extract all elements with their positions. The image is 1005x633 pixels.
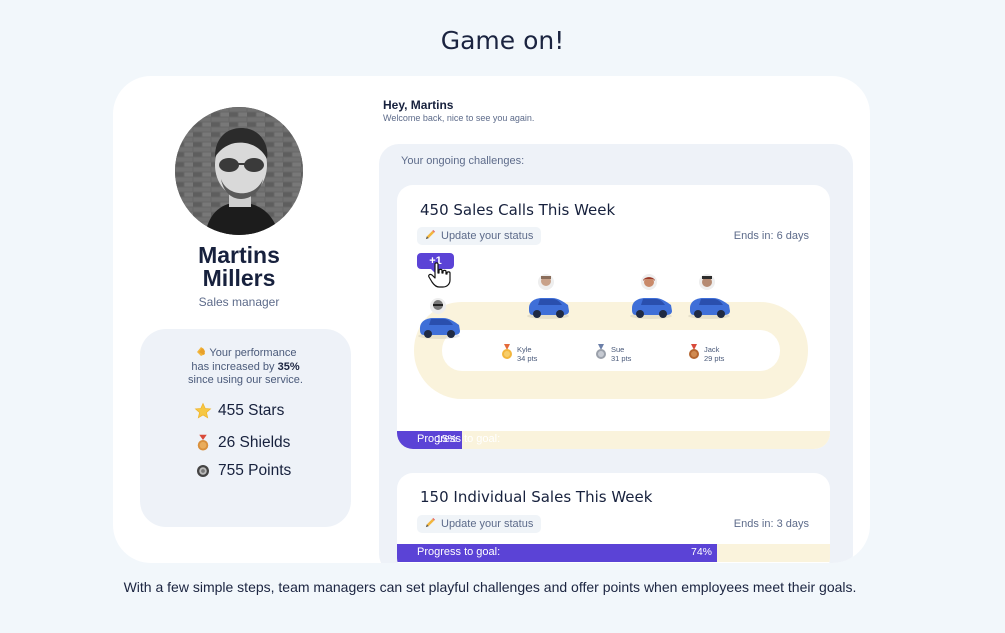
- leaderboard-entry-jack: Jack 29 pts: [688, 344, 724, 365]
- update-status-button[interactable]: Update your status: [417, 515, 542, 533]
- stat-stars: 455 Stars: [194, 402, 284, 420]
- challenge-card-sales-calls: 450 Sales Calls This Week Update your st…: [397, 185, 830, 449]
- car-sue: [629, 273, 675, 326]
- stat-shields: 26 Shields: [194, 434, 290, 452]
- hand-pointer-icon: [428, 262, 452, 293]
- profile-name: Martins Millers: [143, 244, 335, 290]
- greeting-subtitle: Welcome back, nice to see you again.: [383, 113, 535, 123]
- challenge-ends: Ends in: 3 days: [733, 518, 809, 530]
- clapping-hands-icon: [195, 347, 210, 359]
- performance-line-3: since using our service.: [188, 374, 303, 386]
- update-status-button[interactable]: Update your status: [417, 227, 542, 245]
- car-jack: [687, 273, 733, 326]
- racer-points: 29 pts: [704, 353, 725, 363]
- star-icon: [194, 402, 212, 420]
- update-status-label: Update your status: [441, 518, 534, 530]
- gold-medal-icon: [501, 344, 513, 365]
- bronze-medal-icon: [688, 344, 700, 365]
- greeting-title: Hey, Martins: [383, 98, 454, 112]
- car-you: [417, 297, 463, 346]
- performance-line-2: has increased by: [191, 360, 278, 373]
- progress-label: Progress to goal:: [417, 433, 501, 445]
- leaderboard-entry-sue: Sue 31 pts: [595, 344, 631, 365]
- profile-first-name: Martins: [198, 242, 280, 268]
- pencil-icon: [425, 517, 436, 531]
- racer-points: 31 pts: [611, 353, 632, 363]
- challenge-card-individual-sales: 150 Individual Sales This Week Update yo…: [397, 473, 830, 563]
- progress-percent: 74%: [691, 546, 713, 558]
- racer-points: 34 pts: [517, 353, 538, 363]
- page-title: Game on!: [440, 26, 565, 55]
- footer-caption: With a few simple steps, team managers c…: [123, 579, 857, 595]
- stat-shields-label: 26 Shields: [218, 434, 291, 451]
- stat-stars-label: 455 Stars: [218, 402, 285, 419]
- performance-text: Your performance has increased by 35% si…: [148, 346, 343, 388]
- avatar: [175, 107, 303, 235]
- dashboard-card: Martins Millers Sales manager Your perfo…: [113, 76, 870, 563]
- performance-line-1: Your performance: [209, 347, 297, 359]
- silver-medal-icon: [595, 344, 607, 365]
- challenge-title: 150 Individual Sales This Week: [420, 488, 653, 506]
- update-status-label: Update your status: [441, 230, 534, 242]
- profile-role: Sales manager: [198, 295, 280, 309]
- stat-points: 755 Points: [194, 462, 291, 480]
- progress-bar: Progress to goal: 74%: [397, 544, 830, 562]
- pencil-icon: [425, 229, 436, 243]
- progress-percent: 15%: [436, 433, 458, 445]
- challenges-label: Your ongoing challenges:: [401, 155, 525, 167]
- progress-label: Progress to goal:: [417, 546, 501, 558]
- leaderboard-entry-kyle: Kyle 34 pts: [501, 344, 537, 365]
- challenge-title: 450 Sales Calls This Week: [420, 201, 616, 219]
- stat-points-label: 755 Points: [218, 462, 292, 479]
- shield-medal-icon: [194, 434, 212, 452]
- performance-increase-value: 35%: [277, 360, 300, 373]
- coin-icon: [194, 462, 212, 480]
- challenge-ends: Ends in: 6 days: [733, 230, 809, 242]
- challenges-panel: Your ongoing challenges: 450 Sales Calls…: [379, 144, 853, 563]
- car-kyle: [526, 273, 572, 326]
- performance-box: Your performance has increased by 35% si…: [140, 329, 351, 527]
- profile-last-name: Millers: [202, 265, 276, 291]
- progress-bar: Progress to goal: 15%: [397, 431, 830, 449]
